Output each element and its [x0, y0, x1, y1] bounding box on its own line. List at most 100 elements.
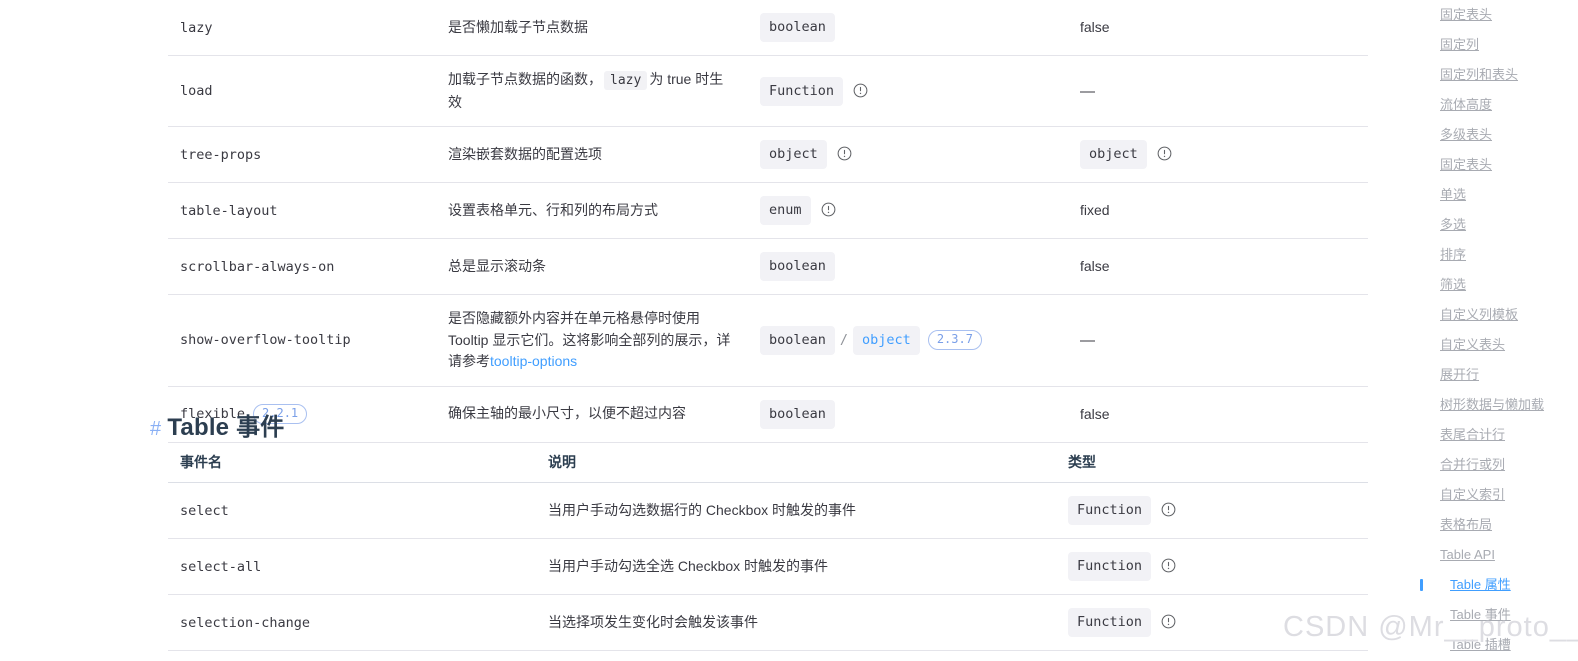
- toc-item-10[interactable]: 自定义列模板: [1410, 300, 1578, 330]
- table-row: load 加载子节点数据的函数， lazy 为 true 时生效 Function —: [168, 55, 1368, 127]
- toc-item-label: 固定表头: [1440, 157, 1493, 172]
- table-properties-section: lazy 是否懒加载子节点数据 boolean false load 加载子节点数据的函数…: [168, 0, 1368, 443]
- property-description-cell: 加载子节点数据的函数， lazy 为 true 时生效: [436, 55, 748, 127]
- default-value: fixed: [1080, 202, 1110, 218]
- info-circle-icon[interactable]: [1161, 614, 1176, 629]
- toc-item-label: Table 属性: [1450, 577, 1511, 592]
- property-name: lazy: [180, 19, 213, 36]
- property-name-cell: tree-props: [168, 126, 436, 183]
- toc-item-8[interactable]: 排序: [1410, 240, 1578, 270]
- toc-item-label: 多级表头: [1440, 127, 1493, 142]
- property-description-cell: 总是显示滚动条: [436, 238, 748, 295]
- table-row: show-overflow-tooltip 是否隐藏额外内容并在单元格悬停时使用 …: [168, 294, 1368, 386]
- property-name-cell: show-overflow-tooltip: [168, 294, 436, 386]
- toc-item-label: 展开行: [1440, 367, 1480, 382]
- events-table-header-row: 事件名 说明 类型: [168, 442, 1368, 483]
- toc-item-13[interactable]: 树形数据与懒加载: [1410, 390, 1578, 420]
- event-description-cell: 当单元格 hover 进入时会触发该事件: [536, 650, 1056, 661]
- type-badge: Function: [1068, 552, 1152, 581]
- type-badge: object: [760, 140, 827, 169]
- property-description: 渲染嵌套数据的配置选项: [448, 145, 602, 162]
- toc-item-12[interactable]: 展开行: [1410, 360, 1578, 390]
- default-value: —: [1080, 331, 1095, 349]
- info-circle-icon[interactable]: [1161, 502, 1176, 517]
- type-version-badge: 2.3.7: [927, 330, 982, 351]
- property-default-cell: —: [1068, 55, 1368, 127]
- property-name-cell: load: [168, 55, 436, 127]
- toc-item-label: 多选: [1440, 217, 1467, 232]
- toc-item-18[interactable]: Table API: [1410, 540, 1578, 570]
- event-type-cell: Function: [1056, 650, 1368, 661]
- event-type-cell: Function: [1056, 482, 1368, 539]
- toc-item-14[interactable]: 表尾合计行: [1410, 420, 1578, 450]
- default-value: false: [1080, 258, 1110, 274]
- property-type-cell: object: [748, 126, 1068, 183]
- default-value: false: [1080, 19, 1110, 35]
- info-circle-icon[interactable]: [821, 202, 836, 217]
- toc-item-2[interactable]: 固定列和表头: [1410, 60, 1578, 90]
- toc-item-7[interactable]: 多选: [1410, 210, 1578, 240]
- table-of-contents: 固定表头 固定列 固定列和表头 流体高度 多级表头 固定表头 单选 多选 排序 筛选 自定义列模板自…: [1410, 0, 1578, 661]
- event-description-cell: 当用户手动勾选数据行的 Checkbox 时触发的事件: [536, 482, 1056, 539]
- toc-item-label: 固定列和表头: [1440, 67, 1519, 82]
- toc-item-3[interactable]: 流体高度: [1410, 90, 1578, 120]
- type-separator: /: [839, 331, 849, 348]
- type-badge: object: [853, 325, 920, 355]
- property-default-cell: false: [1068, 0, 1368, 56]
- property-name-cell: table-layout: [168, 182, 436, 239]
- property-description: 是否隐藏额外内容并在单元格悬停时使用 Tooltip 显示它们。这将影响全部列的…: [448, 310, 731, 369]
- toc-item-label: 流体高度: [1440, 97, 1493, 112]
- toc-item-6[interactable]: 单选: [1410, 180, 1578, 210]
- table-row: cell-mouse-enter当单元格 hover 进入时会触发该事件Func…: [168, 650, 1368, 661]
- property-type-cell: boolean: [748, 238, 1068, 295]
- property-description: 加载子节点数据的函数， lazy 为 true 时生效: [448, 71, 724, 110]
- event-description: 当选择项发生变化时会触发该事件: [548, 613, 758, 630]
- toc-item-11[interactable]: 自定义表头: [1410, 330, 1578, 360]
- table-row: table-layout 设置表格单元、行和列的布局方式 enum fixed: [168, 182, 1368, 239]
- info-circle-icon[interactable]: [853, 83, 868, 98]
- table-events-section: 事件名 说明 类型 select 当用户手动勾选数据行的 Checkbox 时触发…: [168, 442, 1368, 661]
- property-description: 设置表格单元、行和列的布局方式: [448, 201, 658, 218]
- table-row: tree-props 渲染嵌套数据的配置选项 object object: [168, 126, 1368, 183]
- toc-item-20[interactable]: Table 事件: [1410, 600, 1578, 630]
- toc-item-1[interactable]: 固定列: [1410, 30, 1578, 60]
- hash-anchor-icon[interactable]: #: [150, 418, 161, 440]
- toc-item-5[interactable]: 固定表头: [1410, 150, 1578, 180]
- toc-item-19[interactable]: Table 属性: [1410, 570, 1578, 600]
- event-name: select-all: [180, 558, 262, 575]
- event-type-cell: Function: [1056, 538, 1368, 595]
- default-badge: object: [1080, 140, 1147, 169]
- event-name: selection-change: [180, 614, 311, 631]
- type-badge: Function: [1068, 496, 1152, 525]
- info-circle-icon[interactable]: [1157, 146, 1172, 161]
- doc-link[interactable]: tooltip-options: [490, 353, 577, 369]
- type-badge: boolean: [760, 252, 835, 281]
- property-description-cell: 设置表格单元、行和列的布局方式: [436, 182, 748, 239]
- toc-item-4[interactable]: 多级表头: [1410, 120, 1578, 150]
- toc-item-label: 固定列: [1440, 37, 1480, 52]
- event-description-cell: 当选择项发生变化时会触发该事件: [536, 594, 1056, 651]
- default-value: false: [1080, 405, 1110, 422]
- toc-item-label: 自定义列模板: [1440, 307, 1519, 322]
- toc-item-9[interactable]: 筛选: [1410, 270, 1578, 300]
- event-name-cell: cell-mouse-enter: [168, 650, 536, 661]
- toc-item-16[interactable]: 自定义索引: [1410, 480, 1578, 510]
- property-description: 确保主轴的最小尺寸，以便不超过内容: [448, 405, 686, 422]
- type-badge: boolean: [760, 13, 835, 42]
- info-circle-icon[interactable]: [1161, 558, 1176, 573]
- toc-item-15[interactable]: 合并行或列: [1410, 450, 1578, 480]
- table-row: select 当用户手动勾选数据行的 Checkbox 时触发的事件 Functio…: [168, 482, 1368, 539]
- property-name-cell: lazy: [168, 0, 436, 56]
- events-section-title: Table 事件: [167, 414, 285, 441]
- table-row: scrollbar-always-on 总是显示滚动条 boolean false: [168, 238, 1368, 295]
- active-indicator-bar: [1420, 579, 1423, 591]
- toc-item-21[interactable]: Table 插槽: [1410, 630, 1578, 660]
- type-badge: boolean: [760, 325, 835, 355]
- toc-item-0[interactable]: 固定表头: [1410, 0, 1578, 30]
- property-type-cell: enum: [748, 182, 1068, 239]
- property-description-cell: 是否懒加载子节点数据: [436, 0, 748, 56]
- info-circle-icon[interactable]: [837, 146, 852, 161]
- toc-item-label: 排序: [1440, 247, 1467, 262]
- event-name-cell: select: [168, 482, 536, 539]
- toc-item-17[interactable]: 表格布局: [1410, 510, 1578, 540]
